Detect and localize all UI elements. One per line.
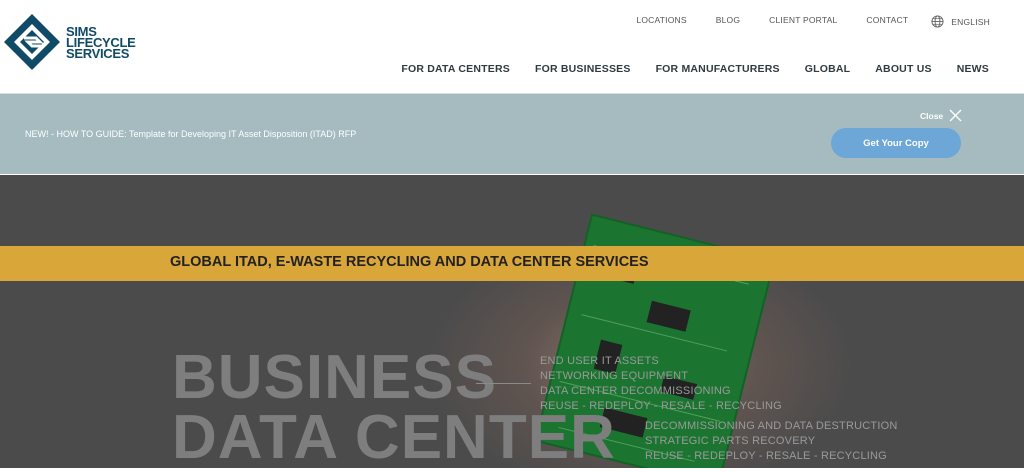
list-item: DECOMMISSIONING AND DATA DESTRUCTION (645, 420, 898, 432)
logo-wordmark: SIMS LIFECYCLE SERVICES (66, 25, 136, 61)
nav-for-manufacturers[interactable]: FOR MANUFACTURERS (656, 63, 780, 75)
hero-tagline: GLOBAL ITAD, E-WASTE RECYCLING AND DATA … (170, 254, 649, 270)
nav-for-businesses[interactable]: FOR BUSINESSES (535, 63, 631, 75)
nav-about-us[interactable]: ABOUT US (875, 63, 931, 75)
logo-line-3: SERVICES (66, 45, 130, 61)
hero-heading-data-center: DATA CENTER (172, 403, 616, 472)
list-item: REUSE - REDEPLOY - RESALE - RECYCLING (645, 450, 887, 462)
site-logo[interactable]: SIMS LIFECYCLE SERVICES (2, 12, 136, 72)
utility-link-locations[interactable]: LOCATIONS (636, 15, 686, 28)
utility-link-client-portal[interactable]: CLIENT PORTAL (769, 15, 837, 28)
globe-icon (931, 15, 944, 28)
business-services-list: END USER IT ASSETS NETWORKING EQUIPMENT … (540, 354, 782, 414)
list-item: REUSE - REDEPLOY - RESALE - RECYCLING (540, 400, 782, 412)
list-item: DATA CENTER DECOMMISSIONING (540, 385, 731, 397)
banner-close-button[interactable]: Close (920, 109, 962, 122)
language-selector[interactable]: ENGLISH (931, 15, 990, 28)
list-item: STRATEGIC PARTS RECOVERY (645, 435, 816, 447)
hero-heading-business: BUSINESS (172, 343, 497, 412)
site-header: SIMS LIFECYCLE SERVICES LOCATIONS BLOG C… (0, 0, 1024, 94)
language-label: ENGLISH (951, 16, 990, 27)
main-nav: FOR DATA CENTERS FOR BUSINESSES FOR MANU… (376, 63, 989, 75)
announcement-link[interactable]: NEW! - HOW TO GUIDE: Template for Develo… (25, 129, 356, 139)
datacenter-services-list: DECOMMISSIONING AND DATA DESTRUCTION STR… (645, 419, 897, 464)
utility-link-contact[interactable]: CONTACT (866, 15, 908, 28)
nav-global[interactable]: GLOBAL (805, 63, 851, 75)
sims-logo-icon (4, 14, 60, 70)
nav-news[interactable]: NEWS (957, 63, 989, 75)
get-your-copy-button[interactable]: Get Your Copy (831, 128, 961, 158)
utility-nav: LOCATIONS BLOG CLIENT PORTAL CONTACT ENG… (607, 15, 990, 28)
list-item: NETWORKING EQUIPMENT (540, 370, 689, 382)
hero-divider (476, 383, 531, 384)
list-item: END USER IT ASSETS (540, 355, 659, 367)
close-label: Close (920, 110, 944, 121)
close-icon (949, 109, 962, 122)
nav-for-data-centers[interactable]: FOR DATA CENTERS (401, 63, 510, 75)
utility-link-blog[interactable]: BLOG (716, 15, 740, 28)
